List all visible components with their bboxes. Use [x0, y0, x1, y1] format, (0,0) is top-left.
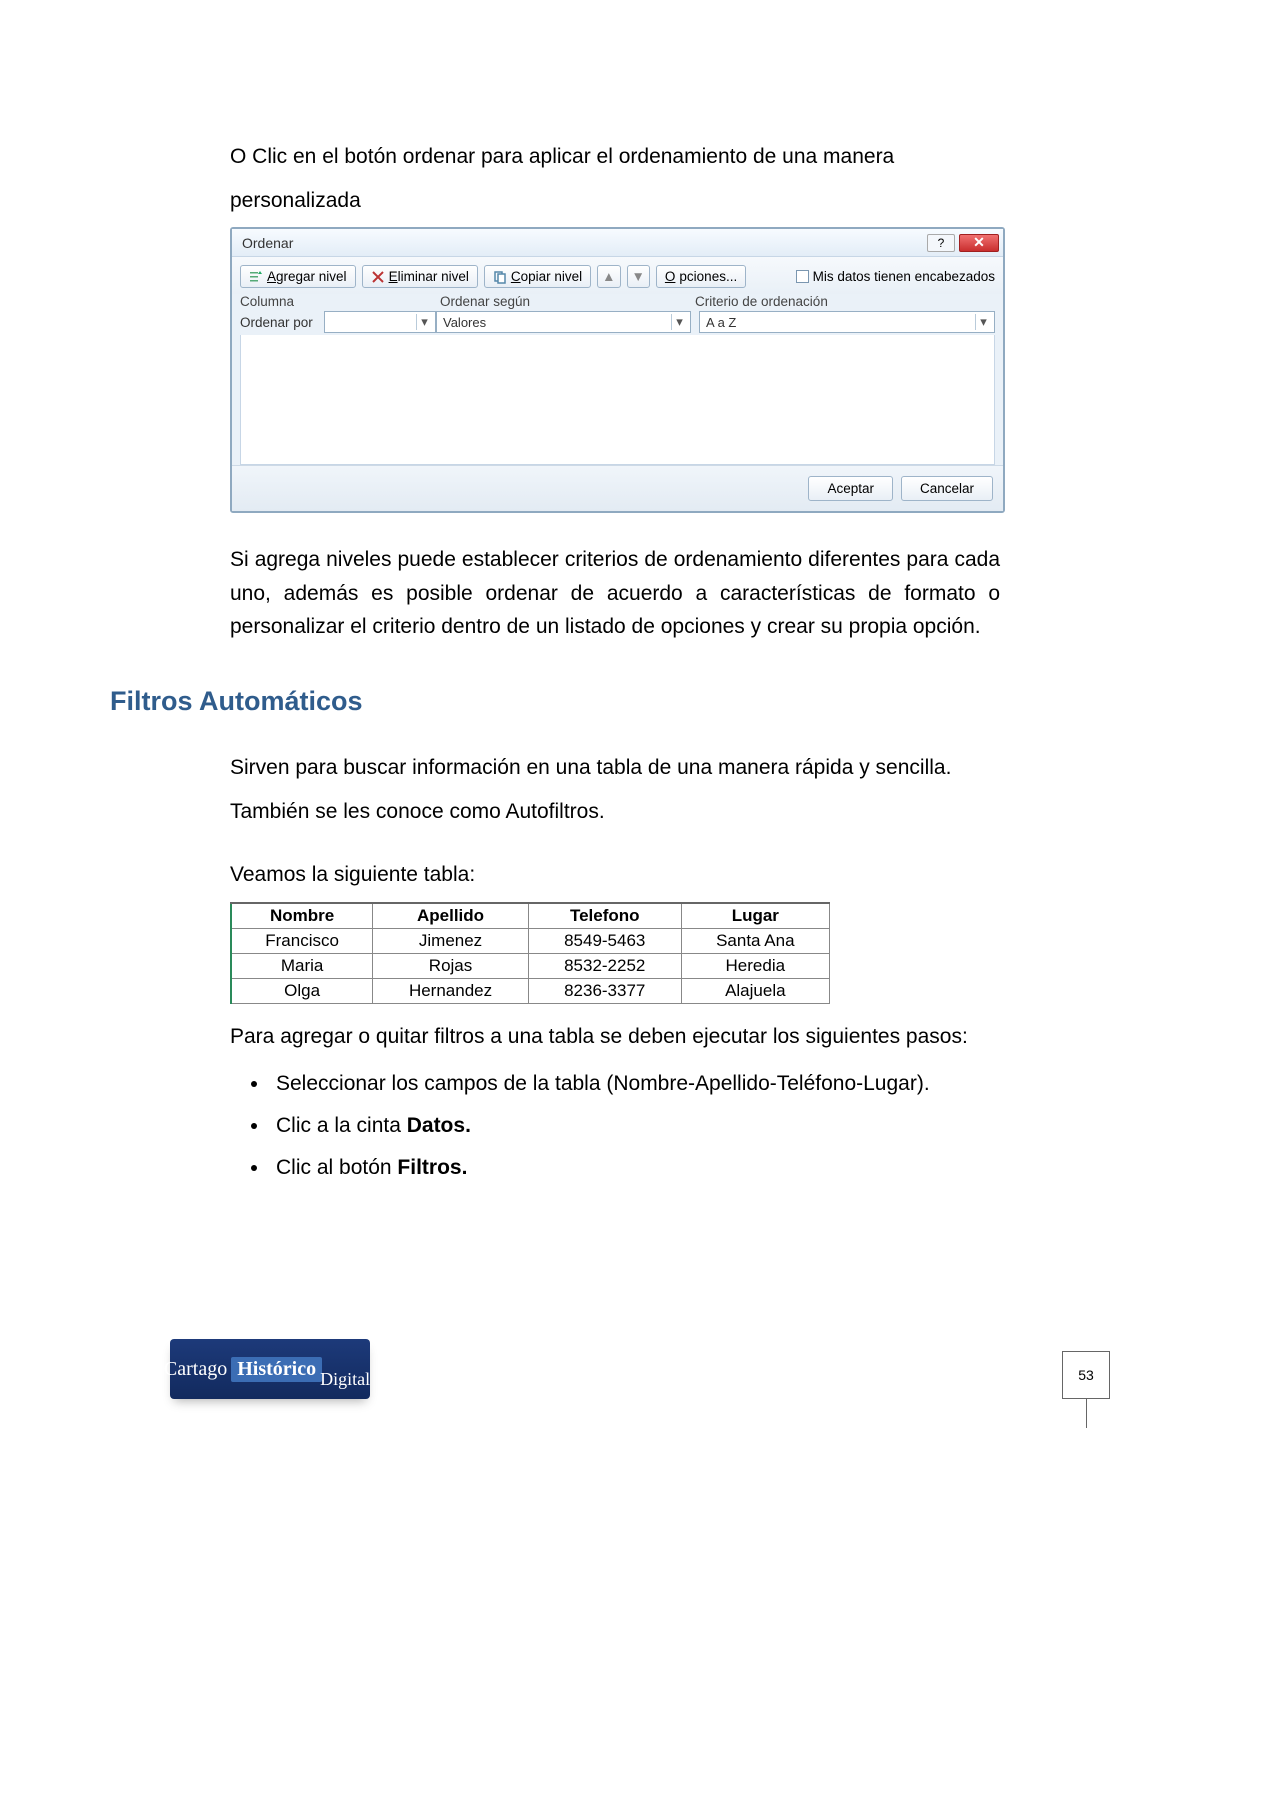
th-apellido: Apellido	[373, 903, 529, 929]
dialog-titlebar: Ordenar ? ✕	[232, 229, 1003, 257]
th-telefono: Telefono	[528, 903, 681, 929]
table-row: Olga Hernandez 8236-3377 Alajuela	[231, 978, 830, 1003]
page-footer: Cartago Histórico Digital 53	[170, 1339, 1110, 1399]
table-row: Francisco Jimenez 8549-5463 Santa Ana	[231, 928, 830, 953]
options-button[interactable]: Opciones...	[656, 265, 746, 288]
chevron-down-icon: ▾	[416, 314, 432, 330]
chevron-down-icon: ▾	[671, 314, 687, 330]
accept-button[interactable]: Aceptar	[808, 476, 893, 501]
add-level-button[interactable]: AAgregar nivelgregar nivel	[240, 265, 356, 288]
add-level-icon	[249, 270, 263, 284]
delete-icon	[371, 270, 385, 284]
paragraph-steps-intro: Para agregar o quitar filtros a una tabl…	[230, 1020, 1000, 1054]
logo-cartago: Cartago Histórico Digital	[170, 1339, 370, 1399]
sort-grid-body	[240, 335, 995, 465]
copy-icon	[493, 270, 507, 284]
steps-list: Seleccionar los campos de la tabla (Nomb…	[270, 1063, 1000, 1189]
col-header-sorton: Ordenar según	[440, 294, 695, 309]
chevron-down-icon: ▾	[975, 314, 991, 330]
col-header-order: Criterio de ordenación	[695, 294, 995, 309]
paragraph-filter-intro: Sirven para buscar información en una ta…	[230, 751, 1000, 785]
heading-filtros: Filtros Automáticos	[110, 686, 1110, 717]
sorton-select[interactable]: Valores▾	[436, 311, 691, 333]
close-button[interactable]: ✕	[959, 234, 999, 252]
example-table: Nombre Apellido Telefono Lugar Francisco…	[230, 902, 830, 1004]
headers-checkbox-wrap[interactable]: Mis datos tienen encabezados	[796, 269, 995, 284]
help-button[interactable]: ?	[927, 234, 955, 252]
paragraph-levels: Si agrega niveles puede establecer crite…	[230, 543, 1000, 644]
move-up-button[interactable]: ▲	[597, 265, 620, 288]
th-nombre: Nombre	[231, 903, 373, 929]
copy-level-button[interactable]: Copiar nivel	[484, 265, 591, 288]
intro-line2: personalizada	[230, 184, 1000, 218]
table-row: Maria Rojas 8532-2252 Heredia	[231, 953, 830, 978]
arrow-down-icon: ▼	[632, 269, 645, 284]
list-item: Clic al botón Filtros.	[270, 1147, 1000, 1189]
table-header-row: Nombre Apellido Telefono Lugar	[231, 903, 830, 929]
row-label: Ordenar por	[240, 315, 320, 330]
move-down-button[interactable]: ▼	[627, 265, 650, 288]
list-item: Clic a la cinta Datos.	[270, 1105, 1000, 1147]
column-select[interactable]: ▾	[324, 311, 436, 333]
col-header-column: Columna	[240, 294, 440, 309]
paragraph-table-intro: Veamos la siguiente tabla:	[230, 858, 1000, 892]
th-lugar: Lugar	[681, 903, 829, 929]
remove-level-button[interactable]: Eliminar nivel	[362, 265, 478, 288]
sort-grid-header: Columna Ordenar según Criterio de ordena…	[232, 294, 1003, 309]
paragraph-autofiltros: También se les conoce como Autofiltros.	[230, 795, 1000, 829]
arrow-up-icon: ▲	[602, 269, 615, 284]
dialog-toolbar: AAgregar nivelgregar nivel Eliminar nive…	[232, 257, 1003, 294]
list-item: Seleccionar los campos de la tabla (Nomb…	[270, 1063, 1000, 1105]
page-number: 53	[1062, 1351, 1110, 1399]
cancel-button[interactable]: Cancelar	[901, 476, 993, 501]
sort-dialog: Ordenar ? ✕ AAgregar nivelgregar nivel E…	[230, 227, 1005, 513]
order-select[interactable]: A a Z▾	[699, 311, 995, 333]
sort-level-row: Ordenar por ▾ Valores▾ A a Z▾	[232, 309, 1003, 335]
dialog-footer: Aceptar Cancelar	[232, 465, 1003, 511]
checkbox-icon	[796, 270, 809, 283]
intro-line1: O Clic en el botón ordenar para aplicar …	[230, 140, 1000, 174]
dialog-title: Ordenar	[236, 235, 923, 251]
